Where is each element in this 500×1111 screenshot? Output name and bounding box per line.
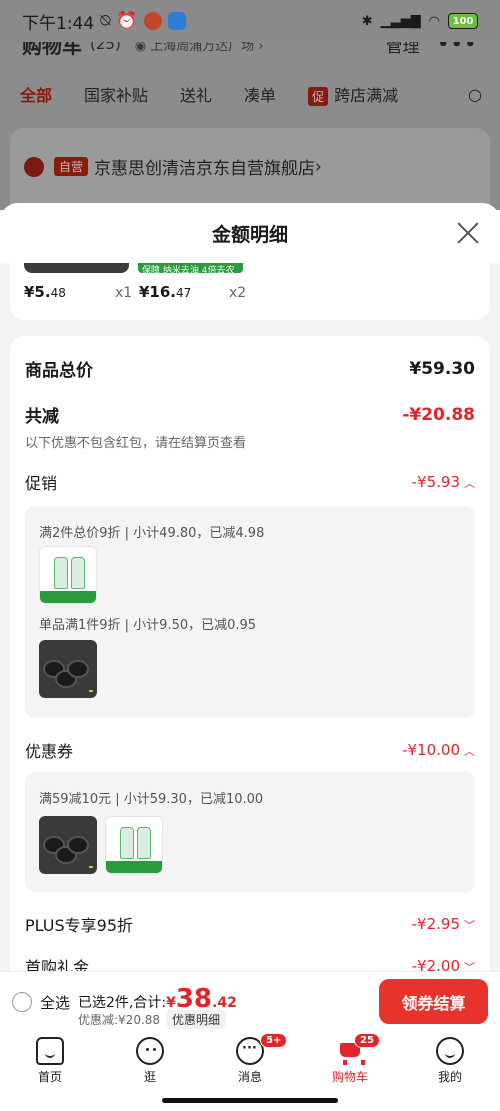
- product-thumbnail: 保障 纳米去油 4倍去农残: [138, 263, 243, 289]
- tab-all[interactable]: 全部: [20, 82, 52, 106]
- self-operated-badge: 自营: [54, 157, 89, 176]
- close-icon[interactable]: [454, 219, 482, 247]
- signal-icon: ▁▃▅▇: [380, 13, 421, 29]
- weibo-icon: [143, 12, 162, 30]
- coupon-label: 优惠券: [25, 742, 74, 761]
- discount-summary: 优惠减:¥20.88 优惠明细: [78, 1010, 227, 1029]
- plus-discount-label: PLUS专享95折: [25, 916, 133, 935]
- plus-discount-value: -¥2.95 ﹀: [411, 915, 475, 933]
- coupon-value: -¥10.00 ︿: [402, 741, 475, 759]
- reduce-label: 共减: [25, 407, 59, 427]
- selected-items-card: 保障 纳米去油 4倍去农残 ¥5.48 x1 ¥16.47 x2: [10, 263, 490, 320]
- product-image[interactable]: [39, 816, 97, 874]
- status-time: 下午1:44: [22, 13, 95, 34]
- tab-combine[interactable]: 凑单: [244, 82, 276, 106]
- cart-filter-tabs: 全部 国家补贴 送礼 凑单 促跨店满减 ○: [20, 82, 482, 106]
- promo-value: -¥5.93 ︿: [411, 473, 475, 491]
- total-value: ¥59.30: [409, 358, 475, 379]
- search-icon[interactable]: ○: [468, 85, 482, 104]
- store-row: 自营 京惠思创清洁京东自营旗舰店 ›: [24, 154, 322, 179]
- tab-home[interactable]: 首页: [0, 1031, 100, 1091]
- store-check-icon[interactable]: [24, 156, 44, 177]
- total-row: 商品总价 ¥59.30: [25, 356, 475, 382]
- tab-gift[interactable]: 送礼: [180, 82, 212, 106]
- browse-icon: [136, 1037, 164, 1065]
- coupon-row[interactable]: 优惠券 -¥10.00 ︿: [25, 738, 475, 762]
- checkout-button[interactable]: 领券结算: [379, 979, 488, 1024]
- promo-label: 促销: [25, 474, 58, 493]
- reduce-note: 以下优惠不包含红包，请在结算页查看: [25, 436, 247, 451]
- promo-detail-box: 满2件总价9折 | 小计49.80，已减4.98 单品满1件9折 | 小计9.5…: [25, 506, 475, 718]
- item-quantity: x2: [229, 285, 247, 301]
- alarm-icon: ⏰: [116, 11, 138, 31]
- status-system-icons: ✱ ▁▃▅▇ ◠ 100: [362, 13, 478, 29]
- item-quantity: x1: [115, 285, 133, 301]
- checkout-bar: 全选 已选2件,合计: ¥ 38 .42 优惠减:¥20.88 优惠明细 领券结…: [0, 971, 500, 1031]
- promo-row[interactable]: 促销 -¥5.93 ︿: [25, 470, 475, 494]
- chevron-up-icon: ︿: [464, 745, 475, 758]
- profile-icon: [436, 1037, 464, 1065]
- coupon-detail-box: 满59减10元 | 小计59.30，已减10.00: [25, 772, 475, 892]
- mute-bell-icon: ⍉: [100, 11, 111, 31]
- total-label: 商品总价: [25, 361, 93, 381]
- select-all-label[interactable]: 全选: [40, 992, 70, 1013]
- promo-detail-line: 满2件总价9折 | 小计49.80，已减4.98: [39, 526, 265, 541]
- item-price: ¥16.47: [139, 283, 192, 301]
- tab-browse[interactable]: 逛: [100, 1031, 200, 1091]
- price-breakdown-card: 商品总价 ¥59.30 共减 -¥20.88 以下优惠不包含红包，请在结算页查看…: [10, 336, 490, 1016]
- battery-icon: 100: [448, 13, 478, 29]
- item-price: ¥5.48: [24, 283, 66, 301]
- product-thumbnail: [24, 263, 129, 273]
- reduce-row: 共减 -¥20.88: [25, 402, 475, 428]
- tab-cart[interactable]: 25 购物车: [300, 1031, 400, 1091]
- tab-profile[interactable]: 我的: [400, 1031, 500, 1091]
- promo-detail-line: 单品满1件9折 | 小计9.50，已减0.95: [39, 618, 257, 633]
- coupon-detail-line: 满59减10元 | 小计59.30，已减10.00: [39, 792, 264, 807]
- tab-cross-store-promo[interactable]: 促跨店满减: [308, 82, 398, 106]
- chevron-up-icon: ︿: [464, 477, 475, 490]
- bottom-tab-bar: 首页 逛 5+ 消息 25 购物车 我的: [0, 1031, 500, 1091]
- chevron-right-icon: ›: [315, 156, 322, 177]
- tab-national-subsidy[interactable]: 国家补贴: [84, 82, 148, 106]
- select-all-radio[interactable]: [12, 992, 32, 1012]
- home-icon: [36, 1037, 64, 1065]
- sheet-title: 金额明细: [0, 203, 500, 263]
- cart-badge: 25: [354, 1033, 380, 1048]
- bluetooth-icon: ✱: [361, 13, 373, 29]
- reduce-value: -¥20.88: [402, 404, 475, 425]
- promo-badge: 促: [308, 87, 329, 106]
- product-image[interactable]: [105, 816, 163, 874]
- message-badge: 5+: [260, 1033, 288, 1048]
- product-image[interactable]: [39, 546, 97, 604]
- chevron-down-icon: ﹀: [464, 919, 475, 932]
- discount-detail-button[interactable]: 优惠明细: [166, 1010, 227, 1029]
- wifi-icon: ◠: [428, 13, 440, 29]
- home-indicator[interactable]: [162, 1098, 338, 1103]
- status-bar: 下午1:44 ⍉ ⏰ ✱ ▁▃▅▇ ◠ 100: [0, 0, 500, 42]
- store-name[interactable]: 京惠思创清洁京东自营旗舰店: [94, 154, 315, 179]
- amount-detail-sheet: 金额明细 保障 纳米去油 4倍去农残 ¥5.48 x1 ¥16.47 x2 商品…: [0, 203, 500, 1031]
- plus-discount-row[interactable]: PLUS专享95折 -¥2.95 ﹀: [25, 912, 475, 936]
- product-image[interactable]: [39, 640, 97, 698]
- status-app-icons: ⍉ ⏰: [100, 11, 186, 31]
- tab-messages[interactable]: 5+ 消息: [200, 1031, 300, 1091]
- app-notification-icon: [167, 12, 186, 30]
